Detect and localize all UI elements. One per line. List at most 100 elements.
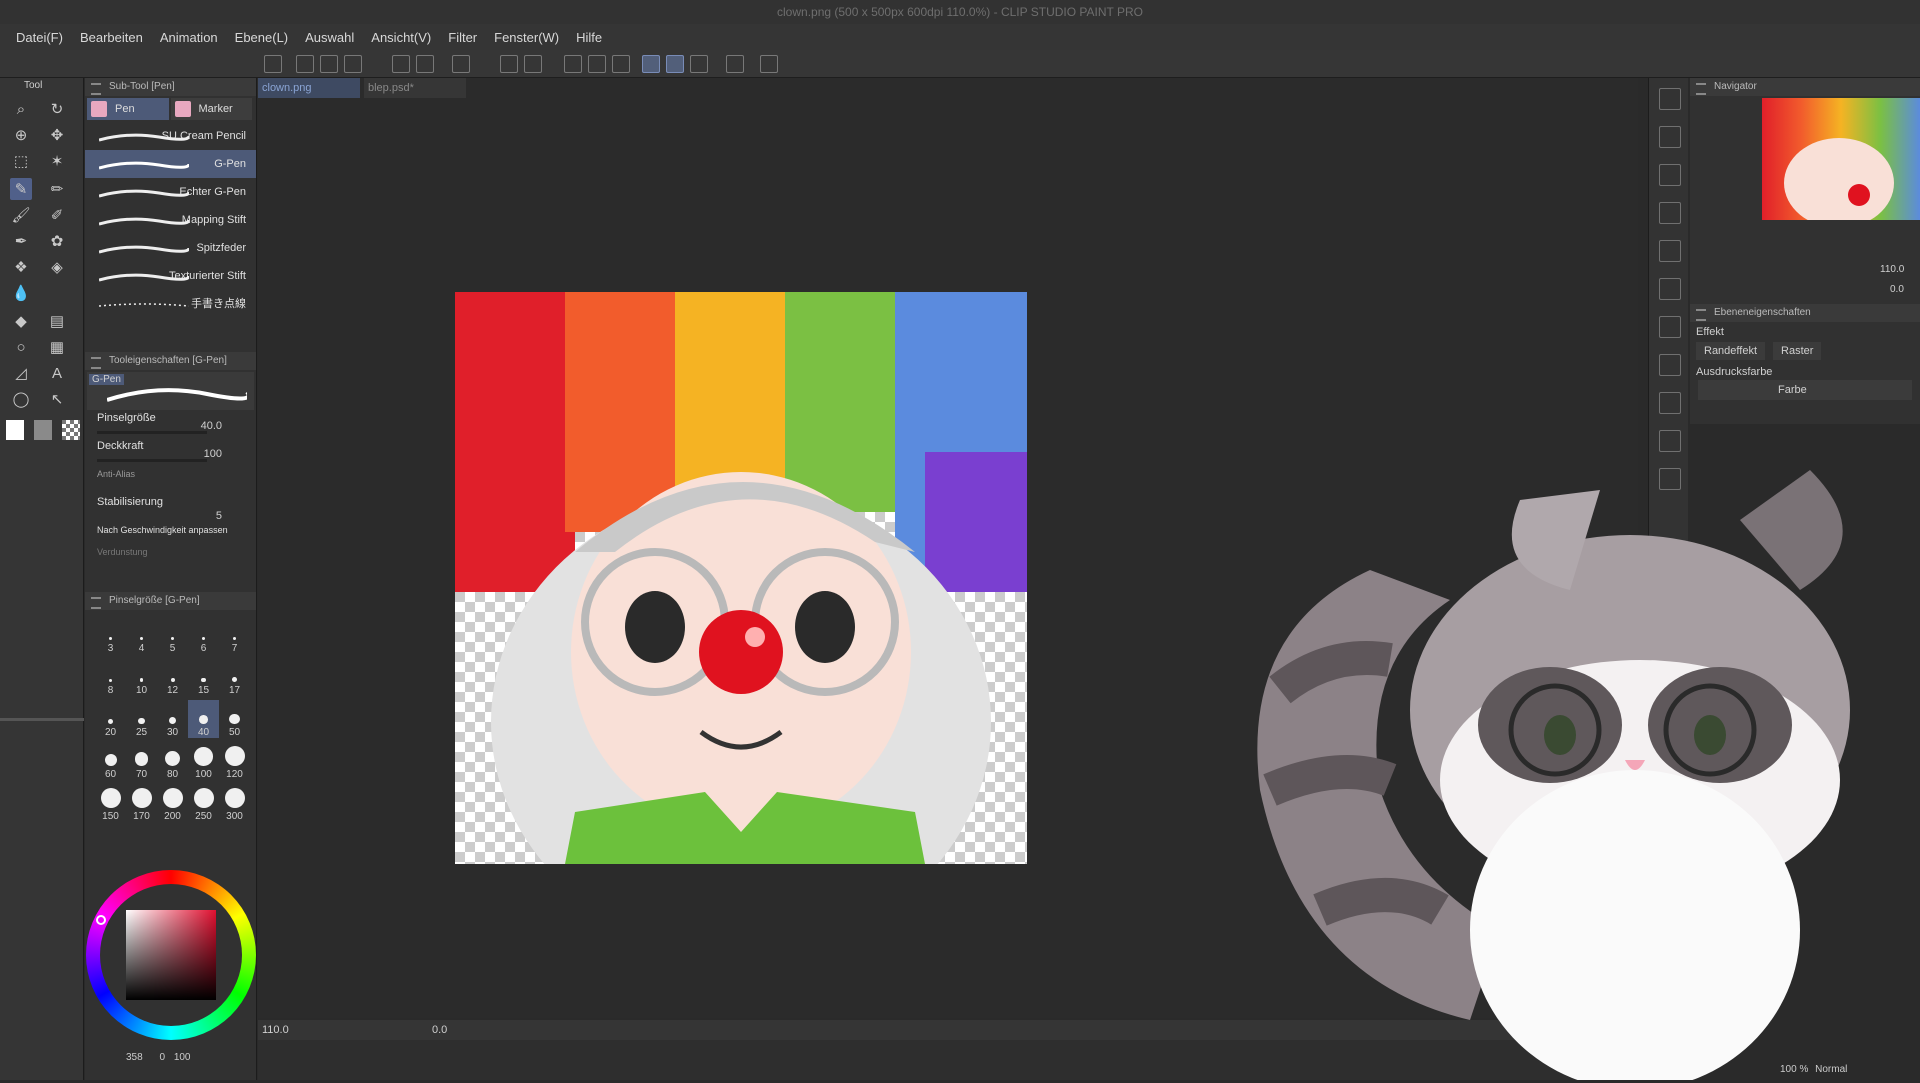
opacity-slider[interactable] [97, 459, 207, 462]
item-bank-icon[interactable] [1659, 278, 1681, 300]
brush-item[interactable]: 手書き点線 [85, 290, 256, 318]
brush-size-option[interactable]: 200 [157, 784, 188, 822]
canvas-artwork[interactable] [455, 292, 1027, 864]
airbrush-icon[interactable]: ✒ [10, 230, 32, 252]
navigator-zoom[interactable]: 110.0 [1880, 264, 1904, 275]
snap-grid-icon[interactable] [690, 55, 708, 73]
pencil-icon[interactable]: ✏ [46, 178, 68, 200]
antialias-row[interactable]: Anti-Alias [85, 468, 256, 496]
brush-size-option[interactable]: 15 [188, 658, 219, 696]
deselect-icon[interactable] [564, 55, 582, 73]
balloon-icon[interactable]: ◯ [10, 388, 32, 410]
brush-size-option[interactable]: 3 [95, 616, 126, 654]
material-panel-icon[interactable] [1659, 126, 1681, 148]
brush-size-option[interactable]: 120 [219, 742, 250, 780]
speed-row[interactable]: Nach Geschwindigkeit anpassen [85, 524, 256, 546]
brush-size-option[interactable]: 12 [157, 658, 188, 696]
navigator-panel-icon[interactable] [1659, 88, 1681, 110]
zoom-value[interactable]: 110.0 [262, 1020, 289, 1040]
selection-icon[interactable]: ⬚ [10, 150, 32, 172]
menu-window[interactable]: Fenster(W) [494, 30, 559, 45]
redo-icon[interactable] [416, 55, 434, 73]
group-tab-marker[interactable]: Marker [170, 98, 252, 120]
sub-color-swatch[interactable] [34, 420, 52, 440]
brush-item[interactable]: Echter G-Pen [85, 178, 256, 206]
expression-color-select[interactable]: Farbe [1698, 380, 1912, 400]
vector-icon[interactable]: ◿ [10, 362, 32, 384]
snap-ruler-icon[interactable] [642, 55, 660, 73]
border-effect-button[interactable]: Randeffekt [1696, 342, 1766, 360]
hue-picker-handle[interactable] [96, 915, 106, 925]
snap-special-ruler-icon[interactable] [666, 55, 684, 73]
quick-access-icon[interactable] [1659, 430, 1681, 452]
brush-size-option[interactable]: 70 [126, 742, 157, 780]
save-icon[interactable] [344, 55, 362, 73]
brush-size-option[interactable]: 150 [95, 784, 126, 822]
brush-size-option[interactable]: 17 [219, 658, 250, 696]
palette-icon[interactable] [1659, 316, 1681, 338]
menu-selection[interactable]: Auswahl [305, 30, 354, 45]
blend-mode[interactable]: Normal [1815, 1064, 1847, 1075]
menu-view[interactable]: Ansicht(V) [371, 30, 431, 45]
layer-panel-icon[interactable] [1659, 164, 1681, 186]
menu-animation[interactable]: Animation [160, 30, 218, 45]
pattern-icon[interactable]: ❖ [10, 256, 32, 278]
search-panel-icon[interactable] [1659, 392, 1681, 414]
correct-line-icon[interactable]: ↖ [46, 388, 68, 410]
brush-item[interactable]: Texturierter Stift [85, 262, 256, 290]
brush-size-option[interactable]: 50 [219, 700, 250, 738]
group-tab-pen[interactable]: Pen [87, 98, 169, 120]
menu-layer[interactable]: Ebene(L) [235, 30, 288, 45]
fill-icon[interactable] [500, 55, 518, 73]
brush-size-option[interactable]: 8 [95, 658, 126, 696]
transform-icon[interactable] [524, 55, 542, 73]
brush-item[interactable]: SU Cream Pencil [85, 122, 256, 150]
brush-size-option[interactable]: 100 [188, 742, 219, 780]
saturation-value-square[interactable] [126, 910, 216, 1000]
tool-tab[interactable]: Tool [24, 80, 42, 91]
text-icon[interactable]: A [46, 362, 68, 384]
brush-size-option[interactable]: 25 [126, 700, 157, 738]
raster-button[interactable]: Raster [1773, 342, 1822, 360]
crop-icon[interactable] [612, 55, 630, 73]
move-icon[interactable]: ✥ [46, 124, 68, 146]
decoration-icon[interactable]: ✿ [46, 230, 68, 252]
brush-size-option[interactable]: 30 [157, 700, 188, 738]
open-file-icon[interactable] [320, 55, 338, 73]
gradient-icon[interactable]: ▤ [46, 310, 68, 332]
brush-size-option[interactable]: 7 [219, 616, 250, 654]
speed-checkbox-label[interactable]: Nach Geschwindigkeit anpassen [97, 525, 228, 535]
eraser-icon[interactable]: ◈ [46, 256, 68, 278]
fill-bucket-icon[interactable]: ◆ [10, 310, 32, 332]
brush-icon[interactable]: 🖌 [10, 204, 32, 226]
brush-size-option[interactable]: 4 [126, 616, 157, 654]
brush-size-option[interactable]: 20 [95, 700, 126, 738]
frame-icon[interactable]: ▦ [46, 336, 68, 358]
doc-tab-blep[interactable]: blep.psd* [364, 78, 466, 98]
new-file-icon[interactable] [296, 55, 314, 73]
brush-size-slider[interactable] [97, 431, 207, 434]
menu-filter[interactable]: Filter [448, 30, 477, 45]
opacity-row[interactable]: Deckkraft 100 [85, 440, 256, 468]
brush-item-selected[interactable]: G-Pen [85, 150, 256, 178]
invert-selection-icon[interactable] [588, 55, 606, 73]
brush-size-option[interactable]: 170 [126, 784, 157, 822]
brush-item[interactable]: Mapping Stift [85, 206, 256, 234]
history-panel-icon[interactable] [1659, 240, 1681, 262]
ruler-icon[interactable] [726, 55, 744, 73]
brush-size-option[interactable]: 300 [219, 784, 250, 822]
brush-size-option[interactable]: 6 [188, 616, 219, 654]
undo-icon[interactable] [392, 55, 410, 73]
brush-size-option[interactable]: 10 [126, 658, 157, 696]
menu-file[interactable]: Datei(F) [16, 30, 63, 45]
rotate-value[interactable]: 0.0 [432, 1020, 447, 1040]
brush-size-option[interactable]: 60 [95, 742, 126, 780]
clear-icon[interactable] [452, 55, 470, 73]
object-icon[interactable]: ⊕ [10, 124, 32, 146]
clip-studio-icon[interactable] [264, 55, 282, 73]
menu-help[interactable]: Hilfe [576, 30, 602, 45]
help-icon[interactable] [760, 55, 778, 73]
rotate-icon[interactable]: ↻ [46, 98, 68, 120]
brush-item[interactable]: Spitzfeder [85, 234, 256, 262]
menu-edit[interactable]: Bearbeiten [80, 30, 143, 45]
